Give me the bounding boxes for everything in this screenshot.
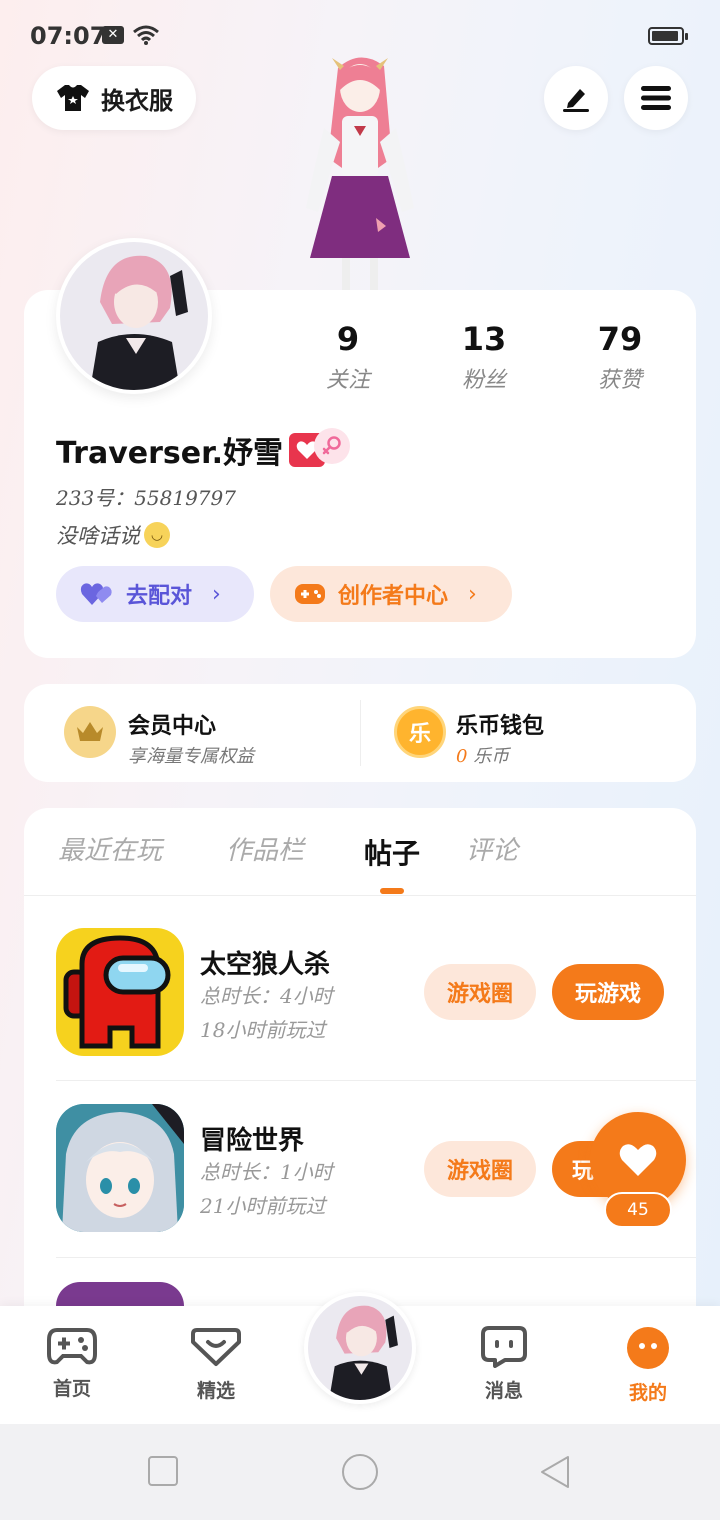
fans-label: 粉丝 xyxy=(461,368,506,393)
coin-icon: 乐 xyxy=(394,706,446,758)
gamepad-icon xyxy=(47,1328,97,1365)
game-title[interactable]: 太空狼人杀 xyxy=(200,944,330,981)
avatar-character-illustration[interactable] xyxy=(280,48,440,292)
game-title[interactable]: 冒险世界 xyxy=(200,1120,304,1157)
chevron-right-icon: › xyxy=(212,581,221,607)
vip-center-entry[interactable]: 会员中心 享海量专属权益 xyxy=(128,708,254,768)
fans-count: 13 xyxy=(461,320,507,358)
bio-row: 没啥话说 ◡ xyxy=(56,520,170,550)
crown-icon xyxy=(64,706,116,758)
message-icon xyxy=(481,1326,527,1368)
status-icons: ✕ xyxy=(102,24,160,46)
tab-indicator xyxy=(380,888,404,894)
change-outfit-button[interactable]: 换衣服 xyxy=(32,66,196,130)
nav-home-label: 首页 xyxy=(52,1378,91,1400)
nav-messages[interactable]: 消息 xyxy=(454,1326,554,1403)
match-label: 去配对 xyxy=(126,584,193,609)
user-id: 233号：55819797 xyxy=(56,486,236,510)
like-count: 45 xyxy=(604,1192,672,1228)
heart-icon xyxy=(619,1144,657,1176)
bio-text: 没啥话说 xyxy=(56,524,140,548)
hearts-icon xyxy=(80,583,112,605)
stat-likes[interactable]: 79 获赞 xyxy=(560,320,680,394)
game-meta: 总时长：4小时 18小时前玩过 xyxy=(200,979,333,1047)
likes-label: 获赞 xyxy=(597,368,642,393)
recents-icon[interactable] xyxy=(148,1456,178,1486)
controller-icon xyxy=(295,584,325,604)
stat-following[interactable]: 9 关注 xyxy=(288,320,408,394)
avatar-image xyxy=(90,255,188,390)
chevron-right-icon: › xyxy=(468,581,477,607)
shirt-icon xyxy=(57,85,89,111)
nav-profile-label: 我的 xyxy=(628,1382,667,1404)
game-duration: 总时长：1小时 xyxy=(200,1160,333,1184)
following-label: 关注 xyxy=(325,368,370,393)
profile-face-icon xyxy=(627,1327,669,1369)
game-last-played: 18小时前玩过 xyxy=(200,1018,326,1042)
following-count: 9 xyxy=(336,320,360,358)
vip-title: 会员中心 xyxy=(128,714,217,739)
heart-chat-icon xyxy=(191,1328,241,1366)
wallet-entry[interactable]: 乐币钱包 0 乐币 xyxy=(456,708,544,768)
game-circle-button[interactable]: 游戏圈 xyxy=(424,1141,536,1197)
menu-icon xyxy=(641,86,671,110)
smile-emoji-icon: ◡ xyxy=(144,522,170,548)
divider xyxy=(24,895,696,896)
play-game-button[interactable]: 玩游戏 xyxy=(552,964,664,1020)
battery-icon xyxy=(648,27,688,45)
likes-count: 79 xyxy=(597,320,643,358)
game-icon-adventure-world[interactable] xyxy=(56,1104,184,1232)
wallet-amount: 0 xyxy=(456,746,468,767)
menu-button[interactable] xyxy=(624,66,688,130)
divider xyxy=(360,700,361,766)
wifi-icon xyxy=(133,25,159,45)
creator-center-button[interactable]: 创作者中心 › xyxy=(270,566,512,622)
home-circle-icon[interactable] xyxy=(342,1454,378,1490)
wallet-unit: 乐币 xyxy=(473,746,510,767)
tab-works[interactable]: 作品栏 xyxy=(226,830,304,867)
vip-subtitle: 享海量专属权益 xyxy=(128,746,254,767)
female-icon xyxy=(314,428,350,464)
match-button[interactable]: 去配对 › xyxy=(56,566,254,622)
nav-messages-label: 消息 xyxy=(484,1380,523,1402)
change-outfit-label: 换衣服 xyxy=(101,86,173,115)
game-icon[interactable] xyxy=(56,1282,184,1306)
username: Traverser.妤雪 xyxy=(56,436,284,471)
divider xyxy=(56,1080,696,1081)
nav-featured[interactable]: 精选 xyxy=(166,1326,266,1403)
stat-fans[interactable]: 13 粉丝 xyxy=(424,320,544,394)
avatar-image xyxy=(329,1305,398,1400)
game-duration: 总时长：4小时 xyxy=(200,984,333,1008)
wallet-balance: 0 乐币 xyxy=(456,742,544,768)
game-circle-button[interactable]: 游戏圈 xyxy=(424,964,536,1020)
wallet-title: 乐币钱包 xyxy=(456,714,545,739)
username-row: Traverser.妤雪 xyxy=(56,428,326,472)
nav-center-avatar[interactable] xyxy=(304,1292,416,1404)
pen-icon xyxy=(563,89,589,112)
nav-home[interactable]: 首页 xyxy=(22,1326,122,1401)
game-meta: 总时长：1小时 21小时前玩过 xyxy=(200,1155,333,1223)
notification-x-icon: ✕ xyxy=(102,26,124,44)
divider xyxy=(56,1257,696,1258)
tab-recently-played[interactable]: 最近在玩 xyxy=(58,830,162,867)
game-icon-among-us[interactable] xyxy=(56,928,184,1056)
status-time: 07:07 xyxy=(30,22,107,50)
game-last-played: 21小时前玩过 xyxy=(200,1194,326,1218)
tab-posts[interactable]: 帖子 xyxy=(364,832,420,872)
tab-comments[interactable]: 评论 xyxy=(466,830,518,867)
avatar[interactable] xyxy=(56,238,212,394)
back-triangle-icon[interactable] xyxy=(538,1454,572,1490)
edit-button[interactable] xyxy=(544,66,608,130)
nav-profile[interactable]: 我的 xyxy=(598,1326,698,1405)
creator-center-label: 创作者中心 xyxy=(338,584,449,609)
nav-featured-label: 精选 xyxy=(196,1380,235,1402)
